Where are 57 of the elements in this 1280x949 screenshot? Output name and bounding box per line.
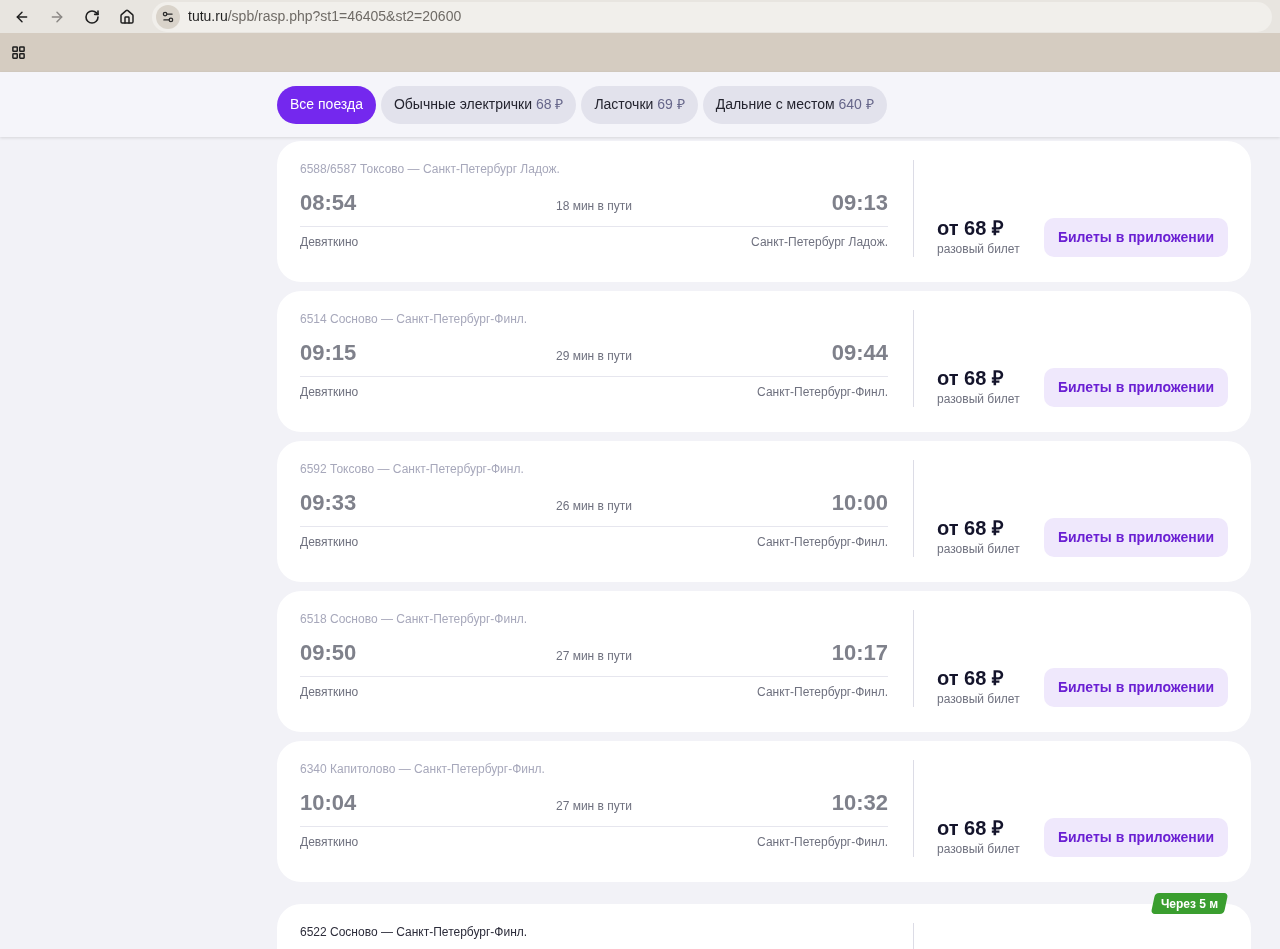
train-route: 6518 Сосново — Санкт-Петербург-Финл. bbox=[300, 611, 529, 628]
arrival-station: Санкт-Петербург-Финл. bbox=[757, 384, 888, 401]
price-note: разовый билет bbox=[937, 691, 1020, 707]
arrival-time: 10:17 bbox=[831, 639, 888, 667]
train-route: 6588/6587 Токсово — Санкт-Петербург Ладож. bbox=[300, 161, 561, 178]
departure-time: 08:54 bbox=[300, 189, 357, 217]
train-route: 6592 Токсово — Санкт-Петербург-Финл. bbox=[300, 461, 525, 478]
app-tickets-button[interactable]: Билеты в приложении bbox=[1044, 368, 1228, 407]
train-route: 6522 Сосново — Санкт-Петербург-Финл. bbox=[300, 924, 529, 941]
departure-station: Девяткино bbox=[300, 534, 359, 551]
filter-tab[interactable]: Ласточки 69 ₽ bbox=[581, 85, 698, 124]
arrival-station: Санкт-Петербург Ладож. bbox=[751, 234, 888, 251]
site-settings-icon[interactable] bbox=[156, 4, 180, 29]
departure-time: 09:50 bbox=[300, 639, 357, 667]
ticket-price: от 68 ₽ bbox=[937, 666, 1005, 690]
arrival-time: 09:44 bbox=[831, 339, 888, 367]
ticket-price: от 68 ₽ bbox=[937, 366, 1005, 390]
apps-grid-icon[interactable] bbox=[11, 45, 26, 60]
arrival-time: 10:32 bbox=[831, 789, 888, 817]
app-tickets-button[interactable]: Билеты в приложении bbox=[1044, 518, 1228, 557]
arrival-time: 09:13 bbox=[831, 189, 888, 217]
travel-duration: 18 мин в пути bbox=[556, 198, 632, 215]
price-note: разовый билет bbox=[937, 391, 1020, 407]
departure-badge: Через 5 м bbox=[1150, 893, 1229, 914]
filter-tab[interactable]: Обычные электрички 68 ₽ bbox=[380, 85, 577, 124]
filter-tab[interactable]: Дальние с местом 640 ₽ bbox=[702, 85, 887, 124]
train-route: 6340 Капитолово — Санкт-Петербург-Финл. bbox=[300, 761, 546, 778]
price-note: разовый билет bbox=[937, 841, 1020, 857]
arrival-time: 10:00 bbox=[831, 489, 888, 517]
departure-time: 09:33 bbox=[300, 489, 357, 517]
ticket-price: от 68 ₽ bbox=[937, 516, 1005, 540]
ticket-price: от 68 ₽ bbox=[937, 816, 1005, 840]
app-tickets-button[interactable]: Билеты в приложении bbox=[1044, 218, 1228, 257]
app-tickets-button[interactable]: Билеты в приложении bbox=[1044, 668, 1228, 707]
app-tickets-button[interactable]: Билеты в приложении bbox=[1044, 818, 1228, 857]
departure-time: 09:15 bbox=[300, 339, 357, 367]
departure-station: Девяткино bbox=[300, 384, 359, 401]
train-route: 6514 Сосново — Санкт-Петербург-Финл. bbox=[300, 311, 529, 328]
address-bar[interactable]: tutu.ru/spb/rasp.php?st1=46405&st2=20600 bbox=[152, 1, 1272, 32]
departure-station: Девяткино bbox=[300, 684, 359, 701]
departure-station: Девяткино bbox=[300, 234, 359, 251]
ticket-price: от 68 ₽ bbox=[937, 216, 1005, 240]
reload-icon[interactable] bbox=[84, 8, 100, 25]
price-note: разовый билет bbox=[937, 241, 1020, 257]
price-note: разовый билет bbox=[937, 541, 1020, 557]
travel-duration: 27 мин в пути bbox=[556, 798, 632, 815]
home-icon[interactable] bbox=[119, 8, 135, 25]
departure-time: 10:04 bbox=[300, 789, 357, 817]
url-text: tutu.ru/spb/rasp.php?st1=46405&st2=20600 bbox=[188, 7, 462, 26]
filter-tab[interactable]: Все поезда bbox=[277, 85, 376, 124]
arrival-station: Санкт-Петербург-Финл. bbox=[757, 534, 888, 551]
departure-station: Девяткино bbox=[300, 834, 359, 851]
arrival-station: Санкт-Петербург-Финл. bbox=[757, 684, 888, 701]
travel-duration: 26 мин в пути bbox=[556, 498, 632, 515]
arrival-station: Санкт-Петербург-Финл. bbox=[757, 834, 888, 851]
travel-duration: 27 мин в пути bbox=[556, 648, 632, 665]
travel-duration: 29 мин в пути bbox=[556, 348, 632, 365]
